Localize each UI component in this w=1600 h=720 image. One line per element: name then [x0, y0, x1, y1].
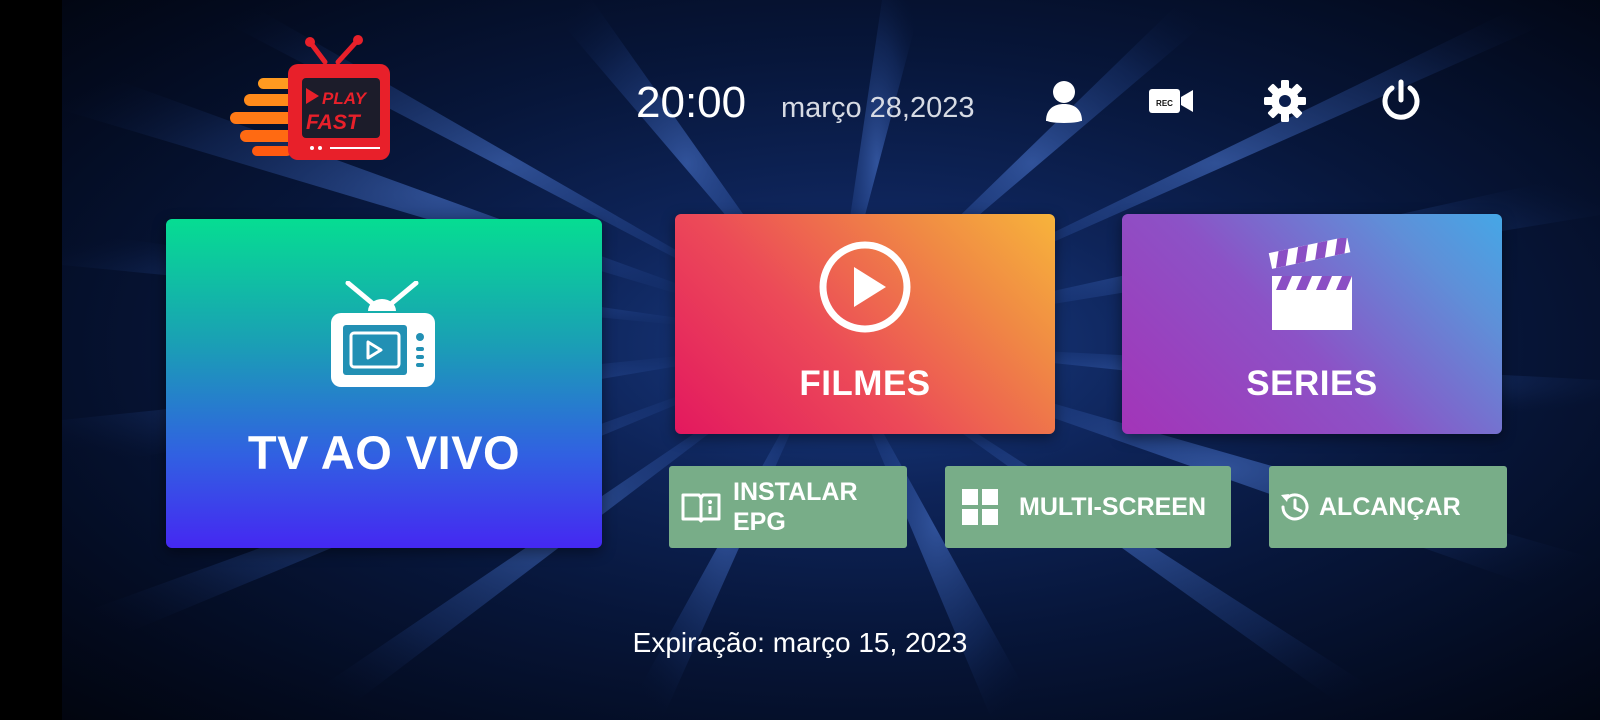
- play-circle-icon: [818, 240, 912, 339]
- grid-icon: [961, 488, 999, 526]
- live-tv-label: TV AO VIVO: [247, 426, 521, 479]
- clapperboard-icon: [1266, 236, 1358, 339]
- install-epg-label: INSTALAR EPG: [733, 478, 858, 536]
- record-button[interactable]: REC: [1146, 78, 1196, 128]
- gear-icon: [1263, 79, 1307, 128]
- expiration-date: Expiração: março 15, 2023: [632, 627, 968, 658]
- install-epg-button[interactable]: INSTALAR EPG: [669, 466, 907, 548]
- svg-text:REC: REC: [1156, 99, 1173, 108]
- multiscreen-button[interactable]: MULTI-SCREEN: [945, 466, 1231, 548]
- app-logo: PLAY FAST: [230, 34, 400, 164]
- history-icon: [1277, 489, 1313, 525]
- catchup-button[interactable]: ALCANÇAR: [1269, 466, 1507, 548]
- book-info-icon: [681, 491, 721, 523]
- movies-label: FILMES: [799, 364, 931, 403]
- profile-button[interactable]: [1039, 78, 1089, 128]
- rec-camera-icon: REC: [1148, 86, 1194, 121]
- tv-icon: [328, 280, 438, 396]
- current-date: março 28,2023: [781, 92, 975, 124]
- clock-time: 20:00: [636, 78, 747, 127]
- svg-text:PLAY: PLAY: [322, 89, 368, 108]
- user-icon: [1044, 79, 1084, 128]
- movies-tile[interactable]: FILMES: [675, 214, 1055, 434]
- multiscreen-label: MULTI-SCREEN: [1019, 492, 1207, 521]
- left-edge-bar: [0, 0, 62, 720]
- live-tv-tile[interactable]: TV AO VIVO: [166, 219, 602, 548]
- power-icon: [1379, 79, 1423, 128]
- power-button[interactable]: [1376, 78, 1426, 128]
- settings-button[interactable]: [1260, 78, 1310, 128]
- catchup-label: ALCANÇAR: [1319, 492, 1461, 521]
- series-label: SERIES: [1246, 364, 1378, 403]
- svg-text:FAST: FAST: [306, 111, 362, 134]
- series-tile[interactable]: SERIES: [1122, 214, 1502, 434]
